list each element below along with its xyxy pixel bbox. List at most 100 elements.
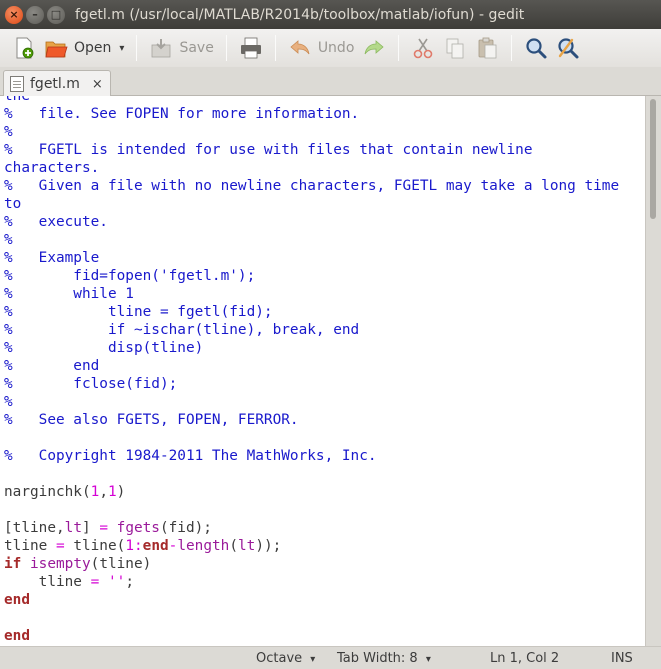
code-line[interactable]: % Example <box>4 249 645 267</box>
maximize-window-button[interactable]: □ <box>47 5 65 24</box>
code-token: % <box>4 232 13 248</box>
code-token: )); <box>255 538 282 554</box>
code-token: % Example <box>4 250 100 266</box>
code-token: ] <box>81 520 100 536</box>
language-selector[interactable]: Octave ▾ <box>256 651 315 666</box>
cut-button[interactable] <box>407 33 439 63</box>
code-line[interactable]: % fid=fopen('fgetl.m'); <box>4 267 645 285</box>
find-button[interactable] <box>520 33 552 63</box>
open-button[interactable]: Open ▾ <box>40 33 128 63</box>
code-line[interactable]: % execute. <box>4 213 645 231</box>
code-token: % <box>4 394 13 410</box>
code-token: = <box>55 538 65 554</box>
redo-button[interactable] <box>358 33 390 63</box>
save-icon <box>152 39 171 58</box>
code-token: % file. See FOPEN for more information. <box>4 106 360 122</box>
code-token: % fid=fopen('fgetl.m'); <box>4 268 256 284</box>
toolbar-separator <box>511 35 513 61</box>
open-dropdown-icon[interactable]: ▾ <box>119 43 124 54</box>
toolbar-separator <box>274 35 276 61</box>
code-token: , <box>99 484 108 500</box>
code-line[interactable]: the <box>4 96 645 105</box>
code-line[interactable]: end <box>4 627 645 645</box>
code-line[interactable]: % <box>4 123 645 141</box>
code-line[interactable]: narginchk(1,1) <box>4 483 645 501</box>
insert-mode: INS <box>611 651 633 666</box>
code-token: 1 <box>90 484 100 500</box>
find-replace-button[interactable] <box>552 33 584 63</box>
vertical-scrollbar[interactable] <box>645 96 661 646</box>
chevron-down-icon: ▾ <box>425 654 431 665</box>
code-token: lt <box>64 520 82 536</box>
code-line[interactable]: % See also FGETS, FOPEN, FERROR. <box>4 411 645 429</box>
new-document-button[interactable] <box>8 33 40 63</box>
code-token: : <box>133 538 143 554</box>
code-token: (tline) <box>90 556 152 572</box>
minimize-window-button[interactable]: – <box>26 5 44 24</box>
close-window-button[interactable]: × <box>5 5 23 24</box>
save-button[interactable]: Save <box>145 33 217 63</box>
code-line[interactable]: if isempty(tline) <box>4 555 645 573</box>
text-editor[interactable]: the % file. See FOPEN for more informatio… <box>0 96 645 646</box>
print-button[interactable] <box>235 33 267 63</box>
toolbar-separator <box>225 35 227 61</box>
code-line[interactable] <box>4 465 645 483</box>
code-token: % fclose(fid); <box>4 376 178 392</box>
close-tab-icon[interactable]: × <box>92 77 103 92</box>
code-token: tline <box>4 574 91 590</box>
code-line[interactable]: % Copyright 1984-2011 The MathWorks, Inc… <box>4 447 645 465</box>
code-token: the <box>4 96 30 104</box>
code-token: end <box>4 592 30 608</box>
code-line[interactable] <box>4 429 645 447</box>
code-line[interactable]: end <box>4 591 645 609</box>
code-view[interactable]: the % file. See FOPEN for more informatio… <box>0 96 645 645</box>
code-line[interactable]: % file. See FOPEN for more information. <box>4 105 645 123</box>
toolbar-separator <box>398 35 400 61</box>
document-tab-strip: fgetl.m × <box>0 67 661 97</box>
code-token: % disp(tline) <box>4 340 204 356</box>
code-line[interactable]: tline = ''; <box>4 573 645 591</box>
code-line[interactable]: % while 1 <box>4 285 645 303</box>
status-bar: Octave ▾ Tab Width: 8 ▾ Ln 1, Col 2 INS <box>0 646 661 669</box>
code-line[interactable]: % end <box>4 357 645 375</box>
code-token: ; <box>125 574 134 590</box>
save-label: Save <box>179 40 214 56</box>
code-line[interactable]: % <box>4 231 645 249</box>
code-line[interactable]: % if ~ischar(tline), break, end <box>4 321 645 339</box>
title-bar: × – □ fgetl.m (/usr/local/MATLAB/R2014b/… <box>0 0 661 29</box>
redo-icon <box>364 40 385 55</box>
tab-width-label: Tab Width: 8 <box>337 651 418 666</box>
tab-fgetl-m[interactable]: fgetl.m × <box>3 70 111 97</box>
code-line[interactable]: % FGETL is intended for use with files t… <box>4 141 645 159</box>
code-line[interactable]: [tline,lt] = fgets(fid); <box>4 519 645 537</box>
code-line[interactable]: % <box>4 393 645 411</box>
copy-icon <box>446 38 464 59</box>
code-token: isempty <box>30 556 91 572</box>
window-title: fgetl.m (/usr/local/MATLAB/R2014b/toolbo… <box>75 6 525 23</box>
tab-width-selector[interactable]: Tab Width: 8 ▾ <box>337 651 431 666</box>
scrollbar-thumb[interactable] <box>650 99 656 219</box>
code-line[interactable]: to <box>4 195 645 213</box>
text-file-icon <box>10 76 24 92</box>
undo-button[interactable]: Undo <box>284 33 359 63</box>
chevron-down-icon: ▾ <box>310 654 316 665</box>
code-token: 1 <box>107 484 117 500</box>
code-line[interactable] <box>4 609 645 627</box>
code-token: % FGETL is intended for use with files t… <box>4 142 533 158</box>
code-line[interactable]: tline = tline(1:end-length(lt)); <box>4 537 645 555</box>
code-line[interactable]: % Given a file with no newline character… <box>4 177 645 195</box>
copy-button[interactable] <box>439 33 471 63</box>
code-token: % tline = fgetl(fid); <box>4 304 273 320</box>
code-token: to <box>4 196 22 212</box>
code-line[interactable]: % tline = fgetl(fid); <box>4 303 645 321</box>
code-line[interactable]: % disp(tline) <box>4 339 645 357</box>
code-line[interactable]: % fclose(fid); <box>4 375 645 393</box>
code-line[interactable] <box>4 501 645 519</box>
code-line[interactable]: characters. <box>4 159 645 177</box>
code-token: length <box>177 538 230 554</box>
code-token: % while 1 <box>4 286 134 302</box>
paste-button[interactable] <box>471 33 503 63</box>
